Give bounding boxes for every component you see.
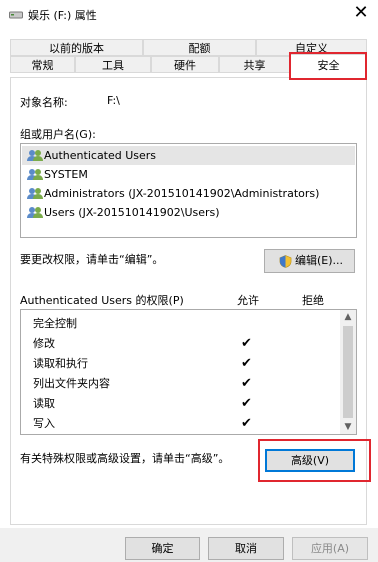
security-tab-highlight [289, 52, 367, 80]
scroll-up-icon[interactable]: ▲ [340, 310, 356, 324]
tab-quota[interactable]: 配额 [143, 39, 256, 56]
shield-icon [279, 255, 292, 268]
allow-check-icon: ✔ [241, 336, 252, 351]
group-item-label: Administrators (JX-201510141902\Administ… [44, 187, 320, 200]
tab-general[interactable]: 常规 [10, 56, 75, 73]
advanced-button-highlight [258, 439, 371, 482]
permission-name: 完全控制 [33, 317, 77, 330]
users-group-icon [27, 150, 43, 161]
permission-row-read-execute: 读取和执行 ✔ [21, 354, 341, 374]
group-item-authenticated-users[interactable]: Authenticated Users [22, 146, 355, 165]
allow-check-icon: ✔ [241, 376, 252, 391]
window-title: 娱乐 (F:) 属性 [28, 9, 97, 22]
users-group-icon [27, 169, 43, 180]
permission-name: 写入 [33, 417, 55, 430]
allow-check-icon: ✔ [241, 356, 252, 371]
permissions-title: Authenticated Users 的权限(P) [20, 294, 184, 307]
tab-previous-versions[interactable]: 以前的版本 [10, 39, 143, 56]
object-name-value: F:\ [107, 94, 120, 107]
edit-button-label: 编辑(E)... [295, 254, 344, 267]
permission-row-modify: 修改 ✔ [21, 334, 341, 354]
group-item-label: Users (JX-201510141902\Users) [44, 206, 220, 219]
permission-name: 读取和执行 [33, 357, 88, 370]
group-item-label: SYSTEM [44, 168, 88, 181]
permission-name: 读取 [33, 397, 55, 410]
permission-row-read: 读取 ✔ [21, 394, 341, 414]
users-group-icon [27, 188, 43, 199]
permission-row-list-folder: 列出文件夹内容 ✔ [21, 374, 341, 394]
group-item-administrators[interactable]: Administrators (JX-201510141902\Administ… [22, 184, 355, 203]
scroll-thumb[interactable] [343, 326, 353, 418]
permission-row-full-control: 完全控制 [21, 314, 341, 334]
permission-row-write: 写入 ✔ [21, 414, 341, 434]
allow-check-icon: ✔ [241, 416, 252, 431]
group-item-label: Authenticated Users [44, 149, 157, 162]
permissions-scrollbar[interactable]: ▲ ▼ [340, 310, 356, 434]
group-item-system[interactable]: SYSTEM [22, 165, 355, 184]
tab-tools[interactable]: 工具 [75, 56, 151, 73]
tab-hardware[interactable]: 硬件 [151, 56, 219, 73]
tab-sharing[interactable]: 共享 [219, 56, 290, 73]
change-permissions-hint: 要更改权限，请单击“编辑”。 [20, 253, 164, 266]
cancel-button[interactable]: 取消 [208, 537, 284, 560]
advanced-hint: 有关特殊权限或高级设置，请单击“高级”。 [20, 452, 230, 465]
ok-button[interactable]: 确定 [125, 537, 200, 560]
allow-check-icon: ✔ [241, 396, 252, 411]
group-item-users[interactable]: Users (JX-201510141902\Users) [22, 203, 355, 222]
title-bar: 娱乐 (F:) 属性 ✕ [0, 0, 378, 28]
users-group-icon [27, 207, 43, 218]
allow-header: 允许 [237, 294, 259, 307]
groups-label: 组或用户名(G): [20, 128, 96, 141]
permission-name: 列出文件夹内容 [33, 377, 110, 390]
groups-list[interactable]: Authenticated Users SYSTEM Administrator… [20, 143, 357, 238]
permissions-list[interactable]: 完全控制 修改 ✔ 读取和执行 ✔ 列出文件夹内容 ✔ 读取 ✔ 写入 ✔ ▲ … [20, 309, 357, 435]
close-button[interactable]: ✕ [344, 0, 378, 26]
deny-header: 拒绝 [302, 294, 324, 307]
apply-button[interactable]: 应用(A) [292, 537, 368, 560]
object-name-label: 对象名称: [20, 96, 68, 109]
drive-icon [9, 11, 23, 19]
edit-button[interactable]: 编辑(E)... [264, 249, 355, 273]
permission-name: 修改 [33, 337, 55, 350]
scroll-down-icon[interactable]: ▼ [340, 420, 356, 434]
